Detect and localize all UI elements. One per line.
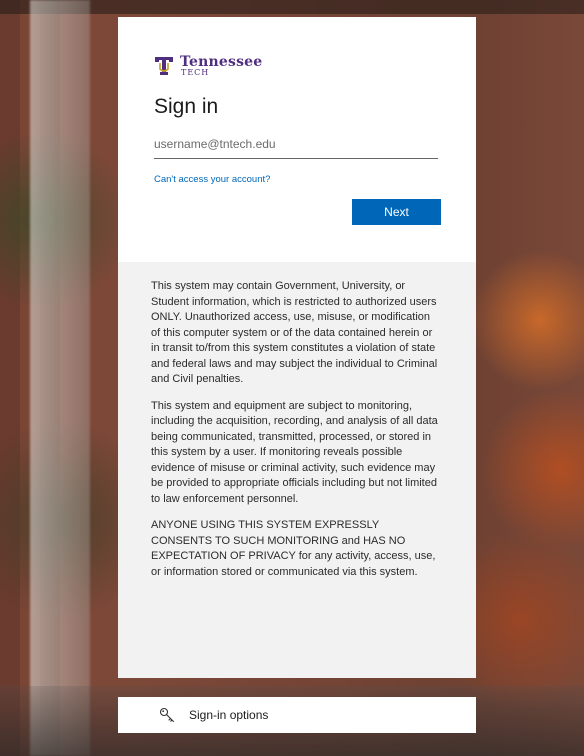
next-button[interactable]: Next xyxy=(352,199,441,225)
signin-options-label: Sign-in options xyxy=(189,708,269,722)
notice-paragraph: This system and equipment are subject to… xyxy=(151,399,438,505)
page-title: Sign in xyxy=(154,95,219,118)
logo-subtitle: TECH xyxy=(181,68,210,77)
tech-logo-icon xyxy=(155,57,173,75)
logo-name: Tennessee xyxy=(180,54,263,70)
background-pillar xyxy=(30,0,90,756)
signin-options-button[interactable]: Sign-in options xyxy=(118,697,476,733)
security-notice: This system may contain Government, Univ… xyxy=(118,262,476,678)
tennessee-tech-logo: Tennessee TECH xyxy=(154,55,262,77)
notice-paragraph: ANYONE USING THIS SYSTEM EXPRESSLY CONSE… xyxy=(151,519,436,578)
key-icon xyxy=(159,707,175,723)
signin-card: Tennessee TECH Sign in Can't access your… xyxy=(118,17,476,262)
notice-paragraph: This system may contain Government, Univ… xyxy=(151,280,438,385)
cant-access-account-link[interactable]: Can't access your account? xyxy=(154,174,270,185)
username-input[interactable] xyxy=(154,130,438,159)
